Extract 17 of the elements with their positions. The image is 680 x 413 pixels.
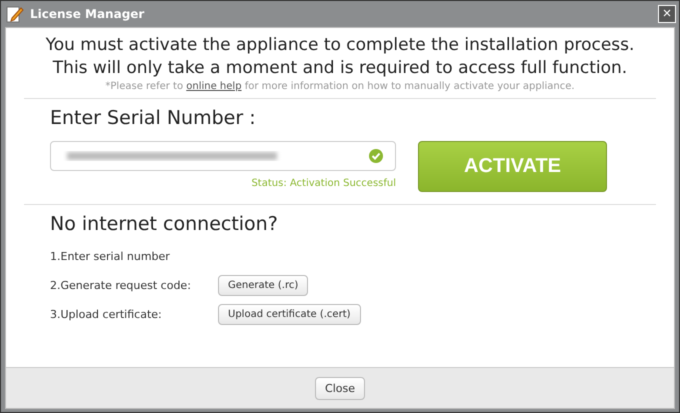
section-heading: Enter Serial Number :	[50, 107, 257, 129]
step-label: 2.Generate request code:	[50, 278, 192, 294]
help-note: *Please refer to online help for more information on how to manually activate your appliance.	[104, 81, 576, 92]
close-dialog-button[interactable]: Close	[315, 376, 365, 400]
step-label: 1.Enter serial number	[50, 249, 171, 265]
online-help-link[interactable]: online help	[186, 81, 242, 92]
window-title: License Manager	[30, 7, 146, 21]
step-button[interactable]: Upload certificate (.cert)	[218, 304, 361, 325]
step-button[interactable]: Generate (.rc)	[218, 275, 308, 296]
status-text: Status: Activation Successful	[251, 178, 396, 189]
instruction-text: This will only take a moment and is required to access full function.	[52, 57, 628, 80]
close-button[interactable]: ×	[658, 5, 676, 23]
pencil-note-icon	[6, 5, 24, 23]
instruction-text: You must activate the appliance to complete the installation process.	[44, 34, 636, 57]
step-label: 3.Upload certificate:	[50, 306, 163, 322]
serial-field[interactable]	[50, 141, 396, 171]
section-heading: No internet connection?	[50, 213, 279, 235]
